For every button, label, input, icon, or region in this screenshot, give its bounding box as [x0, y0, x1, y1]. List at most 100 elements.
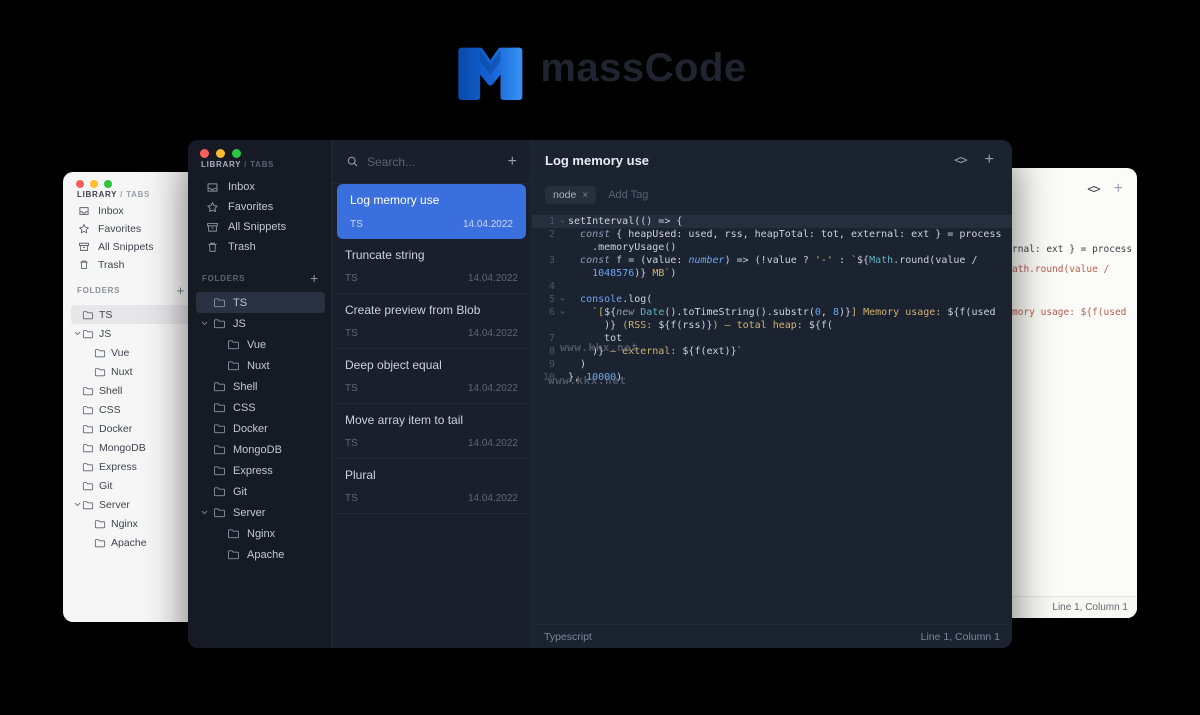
- folder-item-mongodb[interactable]: MongoDB: [196, 439, 325, 460]
- snippet-item-title: Create preview from Blob: [345, 303, 518, 317]
- folder-item-ts[interactable]: TS: [196, 292, 325, 313]
- folder-icon: [213, 380, 226, 393]
- language-label[interactable]: Typescript: [544, 631, 592, 643]
- zoom-button[interactable]: [104, 180, 112, 188]
- editor-pane: Log memory use <> + node × Add Tag www.k…: [532, 140, 1012, 648]
- library-tab[interactable]: LIBRARY: [77, 190, 117, 199]
- fold-icon[interactable]: [559, 218, 566, 225]
- code-line: 1setInterval(() => {: [532, 215, 1012, 228]
- snippet-language: TS: [345, 328, 358, 339]
- library-tab[interactable]: LIBRARY: [201, 160, 241, 169]
- folders-header: FOLDERS +: [202, 271, 319, 285]
- chevron-down-icon[interactable]: [200, 319, 213, 328]
- snippet-language: TS: [345, 273, 358, 284]
- code-line: 1048576)} MB`): [532, 267, 1012, 280]
- folder-label: Vue: [111, 347, 129, 359]
- line-number: 8: [532, 345, 568, 358]
- folder-icon: [94, 366, 106, 378]
- line-number: 1: [532, 215, 568, 228]
- code-text: setInterval(() => {: [568, 215, 1012, 228]
- line-number: [532, 267, 568, 280]
- add-fragment-button[interactable]: +: [1114, 181, 1123, 197]
- zoom-button[interactable]: [232, 149, 241, 158]
- folder-icon: [82, 480, 94, 492]
- folder-item-apache[interactable]: Apache: [196, 544, 325, 565]
- folder-icon: [213, 443, 226, 456]
- sidebar-item-favorites[interactable]: Favorites: [196, 197, 325, 217]
- code-fragment: mory usage: ${f(used: [1012, 307, 1126, 319]
- snippet-language: TS: [345, 493, 358, 504]
- chevron-down-icon[interactable]: [200, 508, 213, 517]
- folder-icon: [213, 422, 226, 435]
- masscode-logo-text: massCode: [540, 46, 746, 91]
- folder-icon: [227, 338, 240, 351]
- search-input[interactable]: [367, 155, 500, 169]
- format-code-icon[interactable]: <>: [1087, 182, 1099, 196]
- sidebar-item-inbox[interactable]: Inbox: [196, 177, 325, 197]
- folder-icon: [213, 317, 226, 330]
- code-line: )} (RSS: ${f(rss)}) – total heap: ${f(: [532, 319, 1012, 332]
- desktop-background: massCode LIBRARY/TABS InboxFavoritesAll …: [0, 0, 1200, 715]
- tag-label: node: [553, 189, 576, 201]
- folder-item-nuxt[interactable]: Nuxt: [196, 355, 325, 376]
- snippet-date: 14.04.2022: [468, 493, 518, 504]
- folder-icon: [227, 359, 240, 372]
- snippet-item[interactable]: Deep object equalTS14.04.2022: [332, 349, 531, 404]
- chevron-down-icon[interactable]: [73, 329, 82, 338]
- code-editor[interactable]: www.kkx.net www.kkx.net 1setInterval(() …: [532, 210, 1012, 624]
- add-fragment-button[interactable]: +: [985, 152, 994, 168]
- snippet-item[interactable]: Truncate stringTS14.04.2022: [332, 239, 531, 294]
- snippet-item[interactable]: Move array item to tailTS14.04.2022: [332, 404, 531, 459]
- add-folder-button[interactable]: +: [177, 284, 185, 297]
- folders-title: FOLDERS: [77, 286, 120, 295]
- tag-chip-node[interactable]: node ×: [545, 186, 596, 204]
- snippet-item[interactable]: Log memory useTS14.04.2022: [337, 184, 526, 239]
- close-button[interactable]: [76, 180, 84, 188]
- code-line: 9 ): [532, 358, 1012, 371]
- close-button[interactable]: [200, 149, 209, 158]
- folder-item-git[interactable]: Git: [196, 481, 325, 502]
- folder-icon: [82, 461, 94, 473]
- snippet-item[interactable]: Create preview from BlobTS14.04.2022: [332, 294, 531, 349]
- folder-label: CSS: [99, 404, 121, 416]
- folder-item-server[interactable]: Server: [196, 502, 325, 523]
- add-tag-button[interactable]: Add Tag: [608, 189, 648, 201]
- fold-icon[interactable]: [559, 309, 566, 316]
- folder-item-nginx[interactable]: Nginx: [196, 523, 325, 544]
- line-number: 7: [532, 332, 568, 345]
- window-editor-light: <> + rnal: ext } = processath.round(valu…: [1000, 168, 1137, 618]
- add-folder-button[interactable]: +: [310, 271, 319, 285]
- folder-item-vue[interactable]: Vue: [196, 334, 325, 355]
- editor-header: Log memory use <> +: [532, 140, 1012, 180]
- folder-icon: [213, 401, 226, 414]
- inbox-icon: [206, 181, 219, 194]
- new-snippet-button[interactable]: +: [508, 154, 517, 170]
- minimize-button[interactable]: [216, 149, 225, 158]
- sidebar-item-all-snippets[interactable]: All Snippets: [196, 217, 325, 237]
- chevron-down-icon[interactable]: [73, 500, 82, 509]
- folder-item-docker[interactable]: Docker: [196, 418, 325, 439]
- fold-icon[interactable]: [559, 296, 566, 303]
- sidebar-item-trash[interactable]: Trash: [196, 237, 325, 257]
- line-number: 3: [532, 254, 568, 267]
- folder-icon: [94, 347, 106, 359]
- minimize-button[interactable]: [90, 180, 98, 188]
- folder-icon: [94, 518, 106, 530]
- folders-header: FOLDERS +: [77, 284, 185, 297]
- folder-label: Express: [99, 461, 137, 473]
- remove-tag-icon[interactable]: ×: [582, 190, 588, 201]
- snippet-item[interactable]: PluralTS14.04.2022: [332, 459, 531, 514]
- folder-label: Apache: [111, 537, 147, 549]
- search-icon: [346, 155, 359, 168]
- sidebar-nav: InboxFavoritesAll SnippetsTrash: [196, 177, 325, 257]
- folder-label: MongoDB: [99, 442, 146, 454]
- folder-item-shell[interactable]: Shell: [196, 376, 325, 397]
- tabs-tab[interactable]: TABS: [126, 190, 150, 199]
- tabs-tab[interactable]: TABS: [250, 160, 274, 169]
- editor-actions: <> +: [1087, 181, 1123, 197]
- folder-item-express[interactable]: Express: [196, 460, 325, 481]
- format-code-icon[interactable]: <>: [954, 153, 966, 167]
- folder-item-js[interactable]: JS: [196, 313, 325, 334]
- folder-item-css[interactable]: CSS: [196, 397, 325, 418]
- masscode-main-window: LIBRARY/TABS InboxFavoritesAll SnippetsT…: [188, 140, 1012, 648]
